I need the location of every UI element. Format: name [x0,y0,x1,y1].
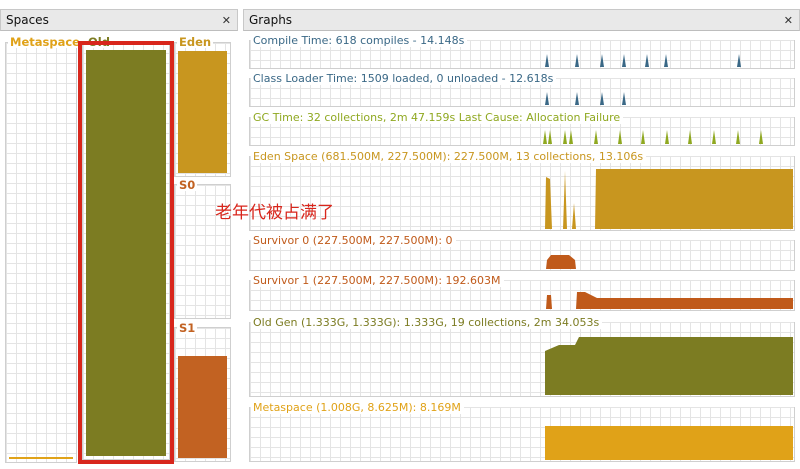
eden-label: Eden [177,35,214,49]
s0-label: S0 [177,178,198,192]
metaspace-title: Metaspace (1.008G, 8.625M): 8.169M [251,401,464,414]
gc-spike [569,130,573,144]
metaspace-label: Metaspace [8,35,82,49]
classloader-spike [575,92,579,105]
compile-spike [622,54,626,67]
gc-spike [641,130,645,144]
eden-space-title: Eden Space (681.500M, 227.500M): 227.500… [251,150,647,163]
survivor0-graph: Survivor 0 (227.500M, 227.500M): 0 [249,234,795,271]
class-loader-graph: Class Loader Time: 1509 loaded, 0 unload… [249,72,795,107]
gc-spike [736,130,740,144]
eden-area [545,177,552,229]
classloader-spike [622,92,626,105]
old-gen-plot [545,337,793,395]
s1-fill [178,356,227,458]
gc-spike [665,130,669,144]
survivor0-title: Survivor 0 (227.500M, 227.500M): 0 [251,234,456,247]
eden-area [572,203,576,229]
survivor1-title: Survivor 1 (227.500M, 227.500M): 192.603… [251,274,504,287]
s1-label: S1 [177,321,198,335]
gc-spike [688,130,692,144]
compile-time-title: Compile Time: 618 compiles - 14.148s [251,34,468,47]
metaspace-graph: Metaspace (1.008G, 8.625M): 8.169M [249,401,795,462]
gc-spike [548,130,552,144]
metaspace-plot [545,426,793,460]
compile-spike [737,54,741,67]
gc-spike [543,130,547,144]
compile-spike [545,54,549,67]
class-loader-title: Class Loader Time: 1509 loaded, 0 unload… [251,72,557,85]
survivor1-graph: Survivor 1 (227.500M, 227.500M): 192.603… [249,274,795,311]
compile-spike [645,54,649,67]
spaces-panel-header: Spaces ✕ [0,9,238,31]
old-gen-area [545,337,793,395]
compile-spike [664,54,668,67]
compile-spike [575,54,579,67]
gc-spike [563,130,567,144]
graphs-close-icon[interactable]: ✕ [784,15,793,26]
old-gen-graph: Old Gen (1.333G, 1.333G): 1.333G, 19 col… [249,316,795,397]
gc-spike [759,130,763,144]
annotation-highlight-box [78,41,174,464]
metaspace-area [545,426,793,460]
eden-space-box [174,42,231,177]
s1-area [576,292,793,309]
gc-time-title: GC Time: 32 collections, 2m 47.159s Last… [251,111,624,124]
classloader-spike [545,92,549,105]
s1-area [546,295,552,309]
annotation-text: 老年代被占满了 [215,203,334,223]
gc-spike [712,130,716,144]
s1-space-box [174,327,231,462]
old-gen-title: Old Gen (1.333G, 1.333G): 1.333G, 19 col… [251,316,603,329]
gc-spike [594,130,598,144]
spaces-close-icon[interactable]: ✕ [222,15,231,26]
gc-time-graph: GC Time: 32 collections, 2m 47.159s Last… [249,111,795,146]
spaces-panel-title: Spaces [6,13,49,27]
eden-area [563,171,567,229]
metaspace-fill [9,457,73,459]
s0-area [546,255,576,269]
classloader-spike [600,92,604,105]
metaspace-space-box [5,42,77,463]
compile-time-graph: Compile Time: 618 compiles - 14.148s [249,34,795,69]
eden-fill [178,51,227,173]
graphs-panel-header: Graphs ✕ [243,9,800,31]
compile-spike [600,54,604,67]
eden-area [595,169,793,229]
graphs-panel-title: Graphs [249,13,293,27]
gc-spike [618,130,622,144]
